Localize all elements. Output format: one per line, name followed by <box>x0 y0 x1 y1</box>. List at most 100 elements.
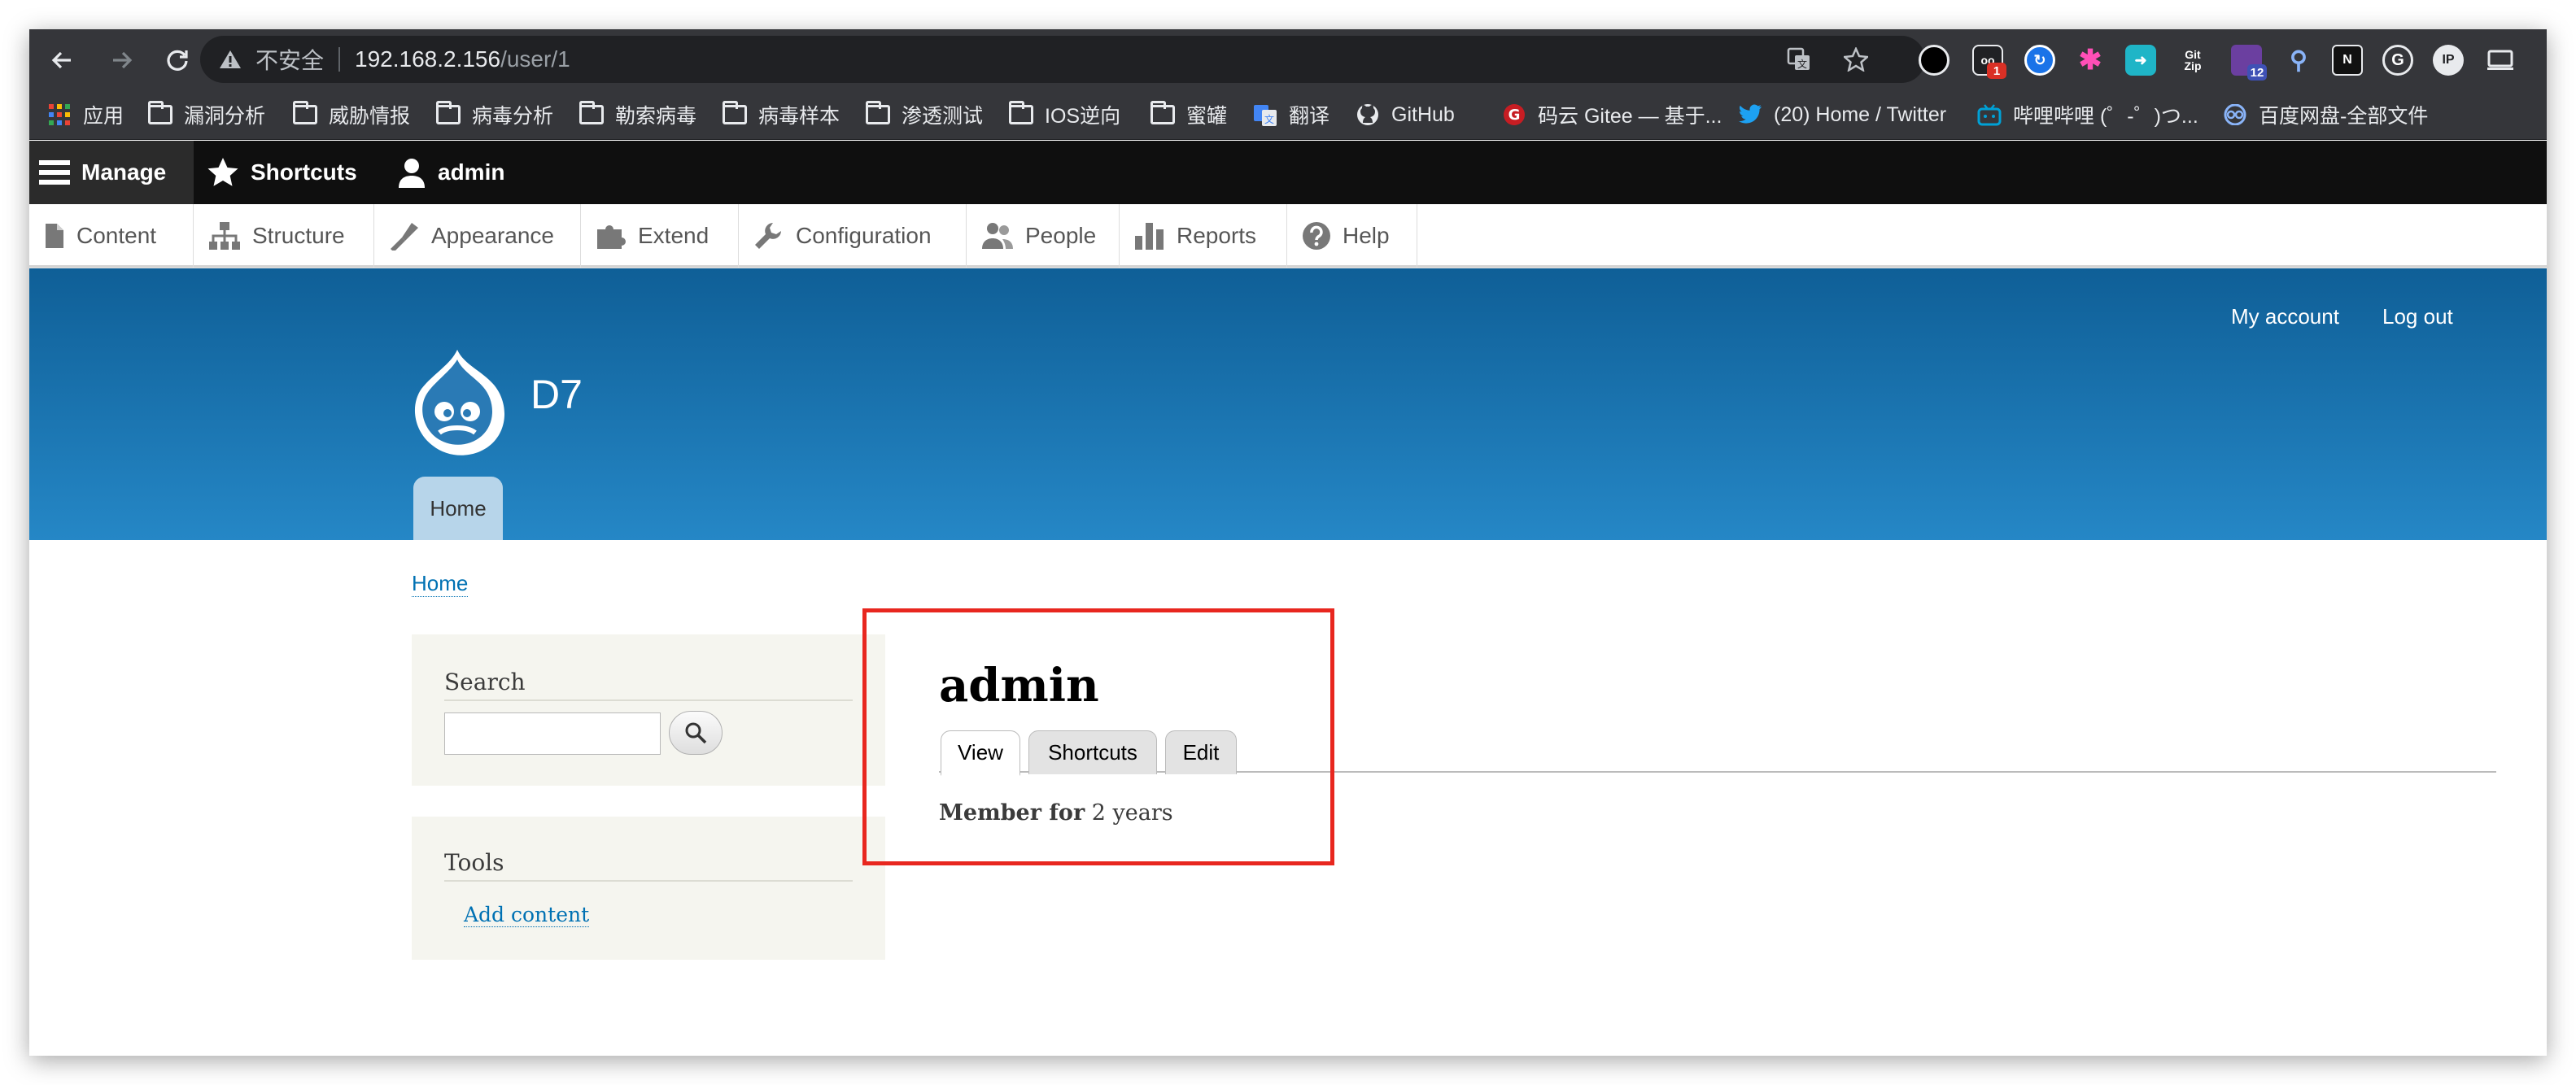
github-icon <box>1356 103 1380 126</box>
warning-icon[interactable] <box>218 47 242 72</box>
forward-arrow-icon <box>113 51 133 69</box>
cast-icon[interactable] <box>2485 45 2516 76</box>
reload-button[interactable] <box>159 42 195 78</box>
bookmark-folder[interactable]: 病毒分析 <box>436 101 553 129</box>
svg-text:文: 文 <box>1264 113 1274 125</box>
tray-structure[interactable]: Structure <box>194 204 374 268</box>
main-menu-home-tab[interactable]: Home <box>413 477 503 540</box>
google-translate-icon: 文 <box>1253 103 1277 126</box>
bookmark-translate[interactable]: 文 翻译 <box>1253 101 1329 129</box>
notion-icon[interactable]: N <box>2332 45 2363 76</box>
breadcrumb-home[interactable]: Home <box>412 571 469 597</box>
folder-icon <box>1150 101 1175 126</box>
tray-help[interactable]: Help <box>1287 204 1417 268</box>
bookmark-folder[interactable]: 威胁情报 <box>293 101 410 129</box>
extension-badge: 1 <box>1987 63 2006 79</box>
local-tabs: View Shortcuts Edit <box>939 730 2496 776</box>
tab-edit[interactable]: Edit <box>1165 730 1237 774</box>
add-content-link[interactable]: Add content <box>464 903 590 927</box>
search-input[interactable] <box>444 712 661 755</box>
extension-badge: 12 <box>2247 64 2267 81</box>
folder-icon <box>436 101 461 126</box>
tray-configuration[interactable]: Configuration <box>739 204 967 268</box>
drupal-logo[interactable] <box>408 346 506 457</box>
svg-text:文: 文 <box>1797 58 1807 70</box>
admin-tray: Content Structure Appearance Extend Conf… <box>29 204 2547 268</box>
extension-mask-icon[interactable]: oo 1 <box>1972 45 2006 79</box>
bookmark-folder[interactable]: 蜜罐 <box>1150 101 1227 129</box>
bookmark-star-icon[interactable] <box>1844 47 1868 72</box>
tab-view[interactable]: View <box>941 730 1020 776</box>
svg-text:G: G <box>1508 107 1521 124</box>
back-button[interactable] <box>44 42 80 78</box>
extension-arrow-icon[interactable]: ➜ <box>2125 45 2156 76</box>
folder-icon <box>1009 101 1033 126</box>
bookmark-folder[interactable]: 病毒样本 <box>723 101 840 129</box>
extension-circle-icon[interactable] <box>1919 45 1949 76</box>
browser-toolbar: 不安全 192.168.2.156 /user/1 文 oo 1 ↻ ✱ ➜ G… <box>29 29 2547 91</box>
bookmarks-bar: 应用 漏洞分析 威胁情报 病毒分析 勒索病毒 病毒样本 渗透测试 IOS逆向 蜜… <box>29 91 2547 140</box>
star-icon <box>207 157 239 188</box>
reload-icon <box>167 50 188 71</box>
member-for: Member for 2 years <box>939 800 1173 826</box>
log-out-link[interactable]: Log out <box>2382 304 2453 329</box>
tab-shortcuts[interactable]: Shortcuts <box>1028 730 1157 774</box>
translate-icon[interactable]: 文 <box>1787 47 1811 72</box>
user-icon <box>397 157 426 188</box>
url-host[interactable]: 192.168.2.156 <box>355 46 500 72</box>
bookmark-twitter[interactable]: (20) Home / Twitter <box>1738 101 1946 129</box>
block-divider <box>444 699 853 701</box>
gitzip-icon[interactable]: Git Zip <box>2177 45 2208 76</box>
browser-window: 不安全 192.168.2.156 /user/1 文 oo 1 ↻ ✱ ➜ G… <box>29 29 2547 1056</box>
people-icon <box>981 221 1014 251</box>
site-name[interactable]: D7 <box>530 371 583 418</box>
extension-refresh-icon[interactable]: ↻ <box>2024 45 2055 76</box>
insecure-label[interactable]: 不安全 <box>255 43 324 76</box>
search-icon <box>685 722 707 744</box>
paintbrush-icon <box>389 221 420 251</box>
forward-button[interactable] <box>104 42 140 78</box>
bar-chart-icon <box>1134 221 1165 251</box>
url-path[interactable]: /user/1 <box>500 46 570 72</box>
search-block-title: Search <box>444 669 526 695</box>
search-button[interactable] <box>669 711 723 755</box>
bookmark-bilibili[interactable]: 哔哩哔哩 (゜-゜)つ... <box>1977 101 2198 129</box>
bookmark-folder[interactable]: IOS逆向 <box>1009 101 1120 129</box>
twitter-bird-icon <box>1738 103 1762 126</box>
site-header: My account Log out D7 Home <box>29 268 2547 540</box>
bookmark-baidu-pan[interactable]: 百度网盘-全部文件 <box>2223 101 2428 129</box>
bookmark-folder[interactable]: 勒索病毒 <box>579 101 696 129</box>
bookmark-folder[interactable]: 漏洞分析 <box>148 101 265 129</box>
toolbar-user[interactable]: admin <box>397 141 504 204</box>
my-account-link[interactable]: My account <box>2231 304 2339 329</box>
back-arrow-icon <box>51 51 71 69</box>
apps-grid-icon <box>47 103 72 126</box>
wrench-icon <box>753 221 784 251</box>
sitemap-icon <box>208 221 241 251</box>
google-icon[interactable]: G <box>2382 45 2413 76</box>
toolbar-manage[interactable]: Manage <box>29 141 194 204</box>
file-icon <box>44 223 65 249</box>
address-bar[interactable]: 不安全 192.168.2.156 /user/1 文 <box>200 36 1925 83</box>
extension-purple-icon[interactable]: 12 <box>2231 45 2267 81</box>
toolbar-shortcuts[interactable]: Shortcuts <box>207 141 357 204</box>
tools-block-title: Tools <box>444 849 504 876</box>
block-divider <box>444 880 853 882</box>
bilibili-tv-icon <box>1977 103 2002 126</box>
ip-icon[interactable]: IP <box>2433 45 2464 76</box>
bookmark-gitee[interactable]: G 码云 Gitee — 基于... <box>1502 101 1722 129</box>
member-for-value: 2 years <box>1091 800 1173 826</box>
folder-icon <box>579 101 604 126</box>
bookmark-folder[interactable]: 渗透测试 <box>866 101 983 129</box>
folder-icon <box>866 101 890 126</box>
extension-asterisk-icon[interactable]: ✱ <box>2075 45 2106 76</box>
location-pin-icon[interactable]: ⚲ <box>2283 45 2314 76</box>
tray-appearance[interactable]: Appearance <box>374 204 581 268</box>
tray-reports[interactable]: Reports <box>1120 204 1287 268</box>
tray-extend[interactable]: Extend <box>581 204 739 268</box>
admin-toolbar: Manage Shortcuts admin <box>29 141 2547 204</box>
tray-content[interactable]: Content <box>29 204 194 268</box>
bookmark-apps[interactable]: 应用 <box>47 101 124 129</box>
tray-people[interactable]: People <box>967 204 1120 268</box>
bookmark-github[interactable]: GitHub <box>1356 101 1455 129</box>
